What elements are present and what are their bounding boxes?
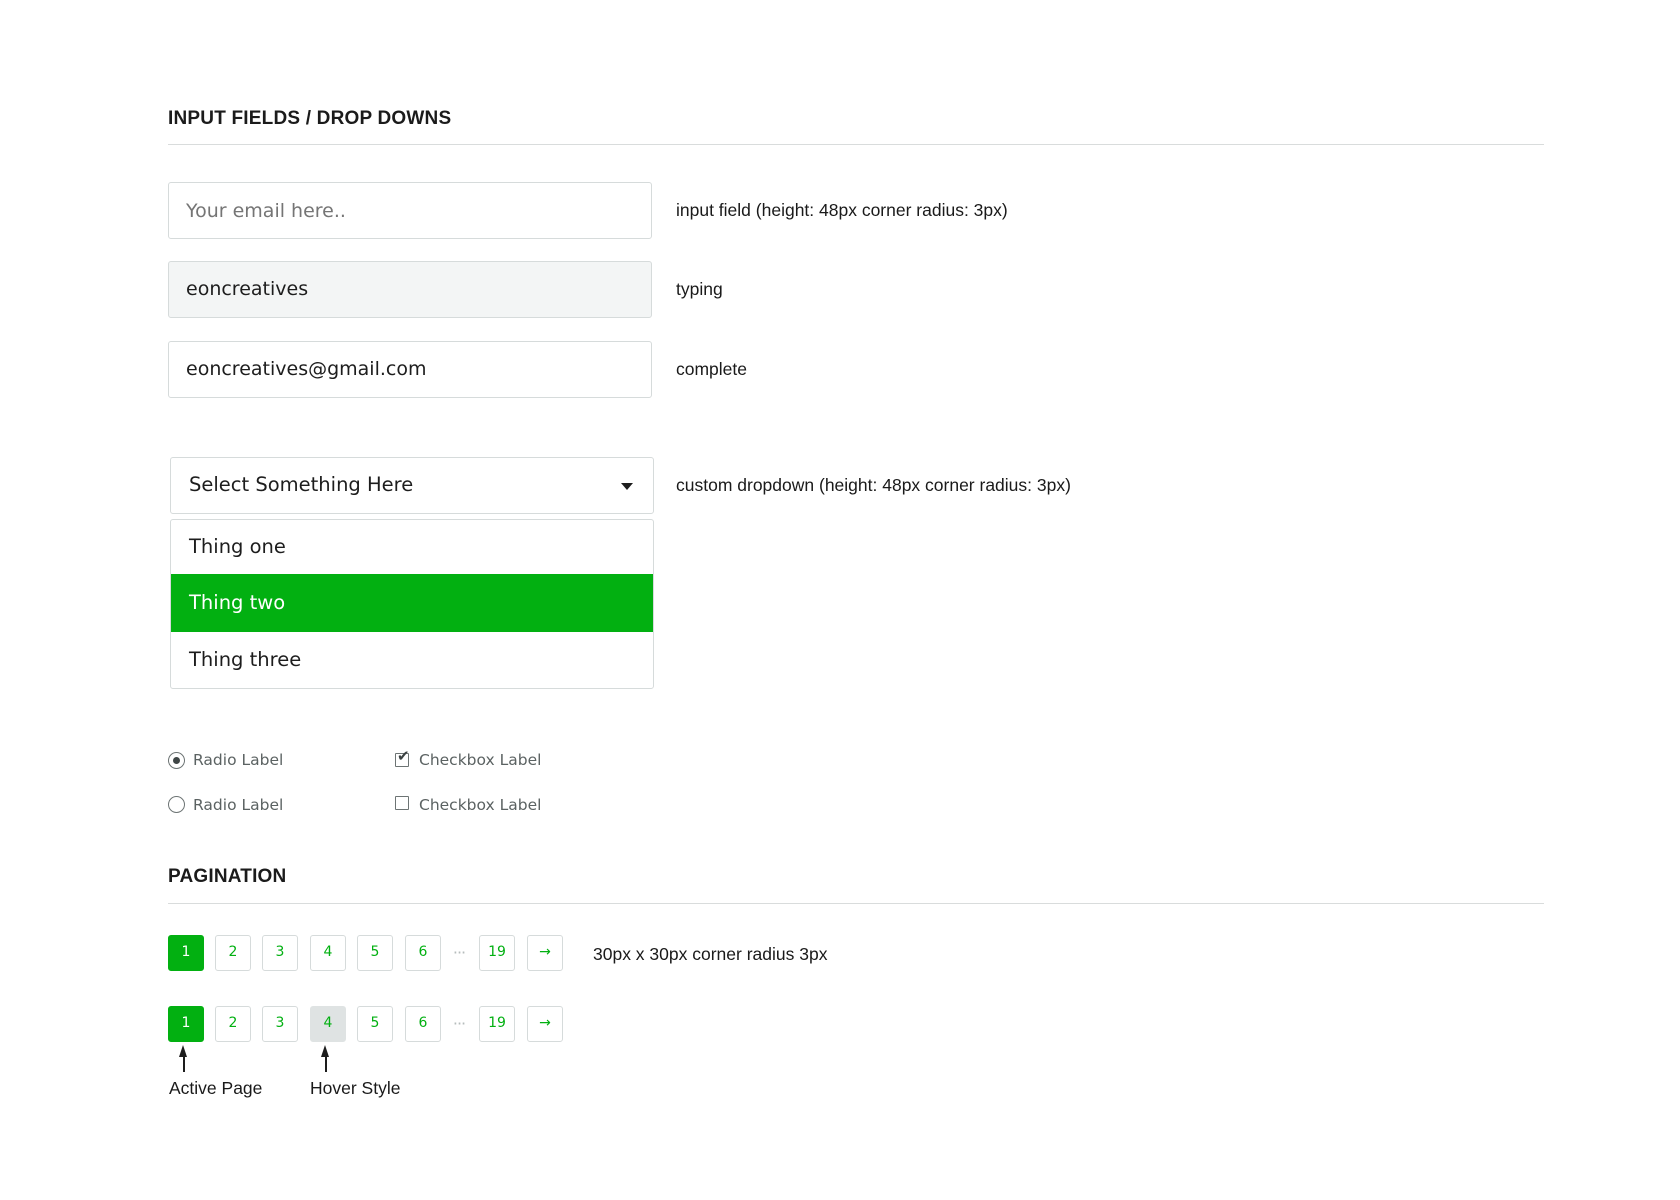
pagination-ellipsis: ··· [452,943,466,962]
next-page-arrow-icon[interactable]: → [527,935,563,971]
section-divider [168,903,1544,904]
typing-note: typing [676,279,723,299]
caret-down-icon [621,483,633,490]
page-button-3[interactable]: 3 [262,935,298,971]
dropdown-option-thing-two[interactable]: Thing two [171,574,653,632]
complete-input[interactable]: eoncreatives@gmail.com [168,341,652,398]
section-title-pagination: PAGINATION [168,866,287,887]
checkbox-label: Checkbox Label [419,796,542,814]
pagination-note: 30px x 30px corner radius 3px [593,944,828,964]
complete-note: complete [676,359,748,379]
dropdown-note: custom dropdown (height: 48px corner rad… [676,475,1071,495]
radio-option-1[interactable]: Radio Label [168,751,308,771]
section-divider [168,144,1544,145]
checkbox-checked-icon: ✔ [395,749,410,767]
page-button-3[interactable]: 3 [262,1006,298,1042]
section-title-inputs: INPUT FIELDS / DROP DOWNS [168,108,452,129]
page-button-2[interactable]: 2 [215,1006,251,1042]
radio-option-2[interactable]: Radio Label [168,796,308,816]
page-button-1[interactable]: 1 [168,1006,204,1042]
active-page-label: Active Page [169,1078,263,1098]
dropdown-option-thing-one[interactable]: Thing one [171,520,653,574]
dropdown-selected-label: Select Something Here [189,473,414,496]
custom-dropdown[interactable]: Select Something Here [170,457,654,514]
page-button-1[interactable]: 1 [168,935,204,971]
hover-style-label: Hover Style [310,1078,401,1098]
pagination-default: 1 2 3 4 5 6 ··· 19 → [168,935,588,971]
checkmark-icon: ✔ [397,747,410,765]
page-button-6[interactable]: 6 [405,935,441,971]
dropdown-menu: Thing one Thing two Thing three [170,519,654,689]
page-button-5[interactable]: 5 [357,935,393,971]
radio-checked-icon [168,752,185,769]
radio-label: Radio Label [193,751,284,769]
next-page-arrow-icon[interactable]: → [527,1006,563,1042]
checkbox-unchecked-icon [395,796,409,810]
pagination-states: 1 2 3 4 5 6 ··· 19 → [168,1006,588,1042]
radio-label: Radio Label [193,796,284,814]
page-button-4-hover[interactable]: 4 [310,1006,346,1042]
email-input[interactable] [168,182,652,239]
typing-input[interactable]: eoncreatives [168,261,652,318]
page-button-5[interactable]: 5 [357,1006,393,1042]
arrow-stem [325,1055,327,1072]
page-button-19[interactable]: 19 [479,1006,515,1042]
page-button-19[interactable]: 19 [479,935,515,971]
checkbox-label: Checkbox Label [419,751,542,769]
checkbox-option-2[interactable]: Checkbox Label [395,796,555,816]
radio-unchecked-icon [168,796,185,813]
dropdown-option-thing-three[interactable]: Thing three [171,632,653,688]
arrow-stem [183,1055,185,1072]
pagination-ellipsis: ··· [452,1014,466,1033]
checkbox-option-1[interactable]: ✔ Checkbox Label [395,749,555,771]
page-button-2[interactable]: 2 [215,935,251,971]
input-field-note: input field (height: 48px corner radius:… [676,200,1008,220]
page-button-4[interactable]: 4 [310,935,346,971]
page-button-6[interactable]: 6 [405,1006,441,1042]
